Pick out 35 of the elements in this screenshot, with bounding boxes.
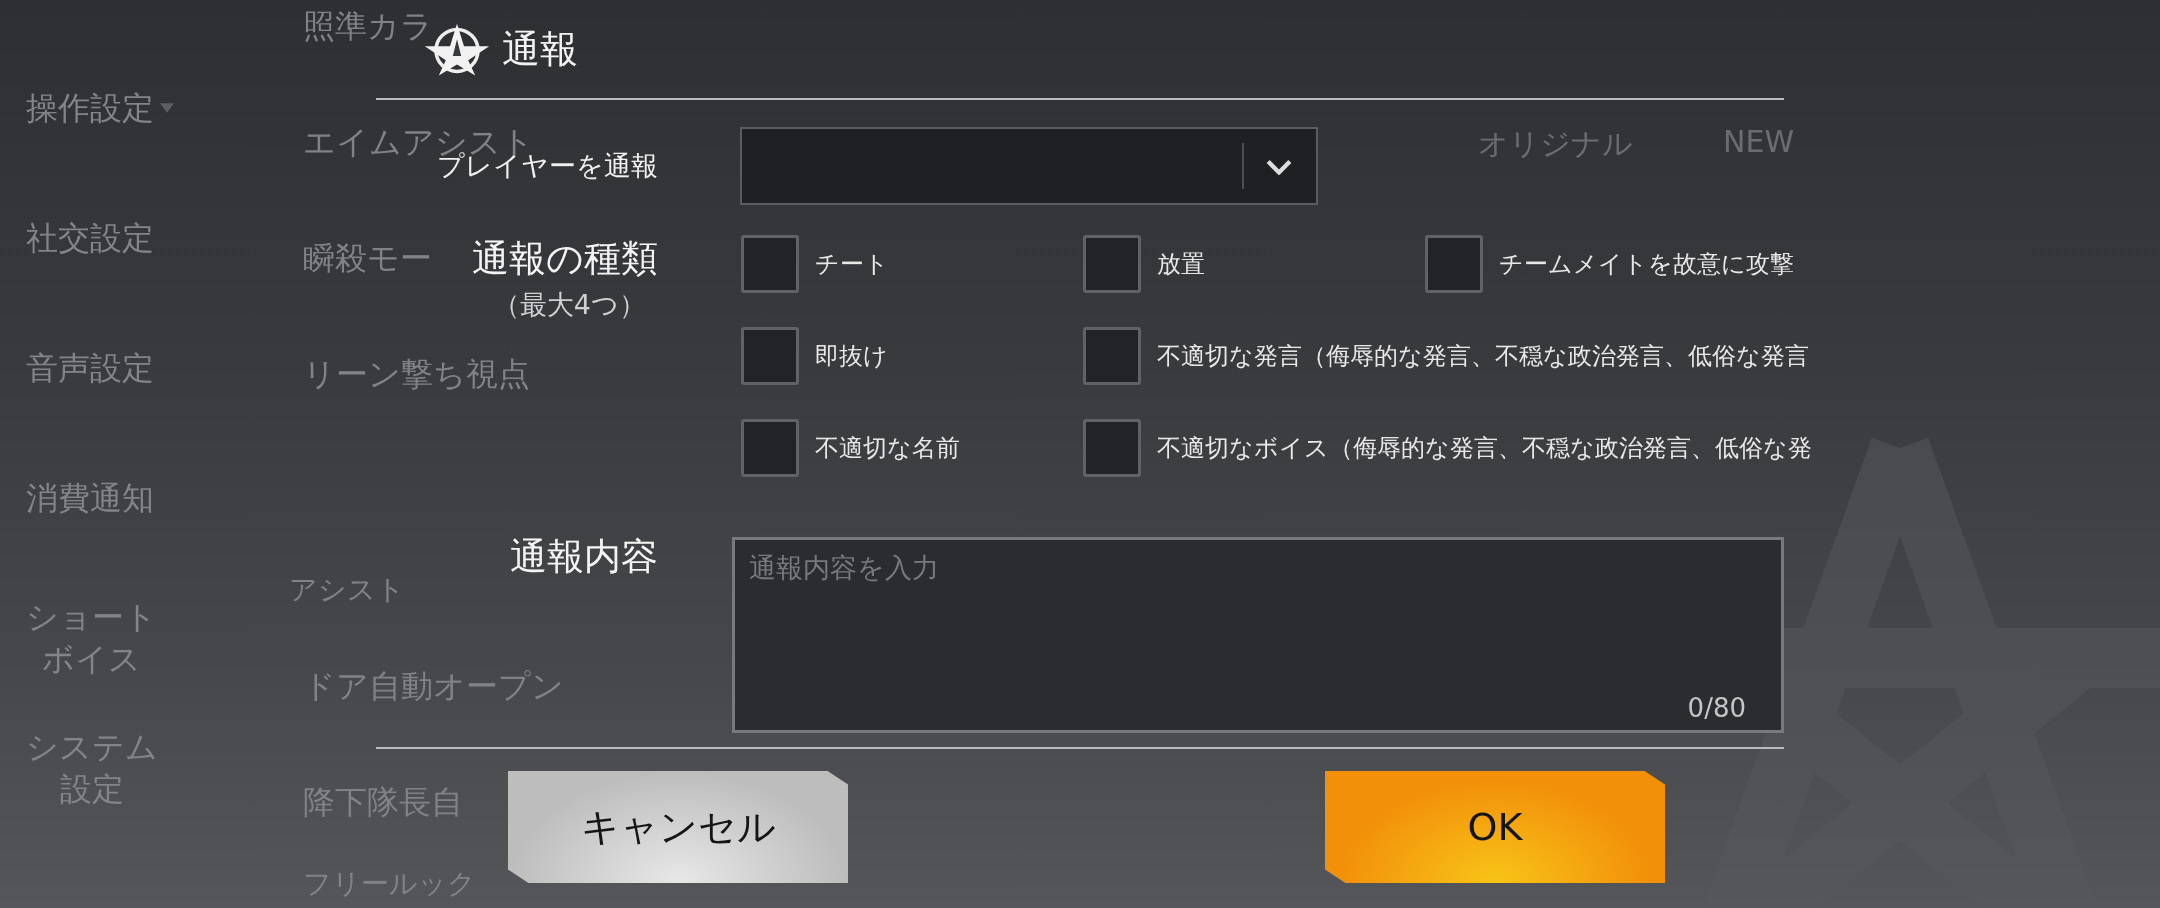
setting-label: リーン撃ち視点	[303, 354, 530, 394]
checkbox[interactable]	[1083, 235, 1141, 293]
sidebar-item[interactable]: 社交設定	[26, 217, 154, 259]
setting-option: NEW	[1723, 124, 1795, 165]
checkbox[interactable]	[1425, 235, 1483, 293]
setting-label: 照準カラ	[303, 6, 433, 46]
checkbox-label: チート	[815, 249, 889, 280]
checkbox[interactable]	[1083, 327, 1141, 385]
checkbox[interactable]	[741, 235, 799, 293]
checkbox[interactable]	[1083, 419, 1141, 477]
sidebar-item[interactable]: 音声設定	[26, 347, 154, 389]
ok-button[interactable]: OK	[1325, 771, 1665, 883]
setting-option: オリジナル	[1478, 124, 1633, 165]
checkbox-label: 不適切なボイス（侮辱的な発言、不穏な政治発言、低俗な発	[1157, 433, 1812, 464]
checkbox-label: 不適切な名前	[815, 433, 960, 464]
chevron-down-icon	[1266, 159, 1292, 175]
setting-label: 瞬殺モー	[303, 238, 432, 278]
checkbox-label: 放置	[1157, 249, 1205, 280]
checkbox-label: チームメイトを故意に攻撃	[1499, 249, 1794, 280]
sidebar-item[interactable]: 消費通知	[26, 477, 154, 519]
section-label: 通報内容	[510, 537, 658, 577]
dialog-title: 通報	[502, 25, 578, 73]
section-hint: （最大4つ）	[492, 288, 646, 322]
sidebar-item[interactable]: ショート ボイス	[26, 596, 157, 680]
checkbox[interactable]	[741, 327, 799, 385]
player-dropdown[interactable]	[740, 127, 1318, 205]
checkbox-label: 不適切な発言（侮辱的な発言、不穏な政治発言、低俗な発言	[1157, 341, 1809, 372]
checkbox[interactable]	[741, 419, 799, 477]
cancel-button[interactable]: キャンセル	[508, 771, 848, 883]
setting-label: アシスト	[289, 572, 405, 608]
section-label: 通報の種類	[472, 239, 658, 279]
setting-label: ドア自動オープン	[303, 666, 564, 706]
sidebar-item[interactable]: 操作設定	[26, 87, 154, 129]
character-counter: 0/80	[1687, 693, 1746, 723]
checkbox-label: 即抜け	[815, 341, 888, 372]
